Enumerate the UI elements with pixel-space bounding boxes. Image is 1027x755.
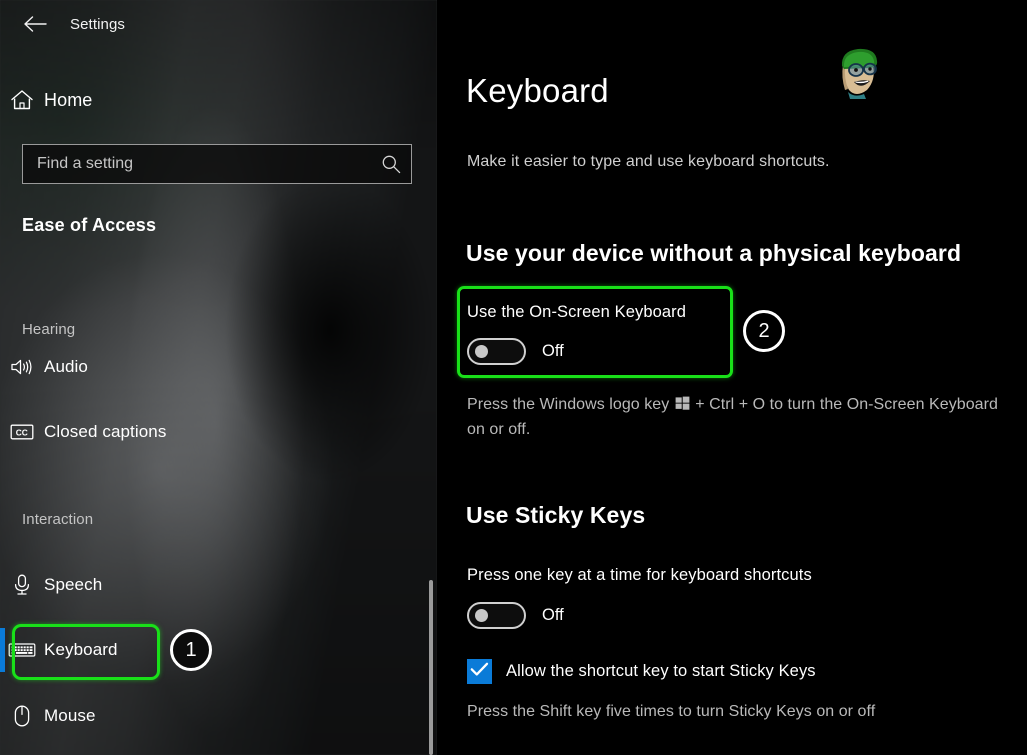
sticky-keys-checkbox[interactable] (467, 659, 492, 684)
sticky-keys-toggle[interactable] (467, 602, 526, 629)
sticky-keys-toggle-state: Off (542, 606, 564, 624)
mouse-icon (0, 704, 44, 728)
annotation-badge-1: 1 (170, 629, 212, 671)
osk-hint-text: Press the Windows logo key + Ctrl + O to… (467, 393, 1009, 443)
page-title: Keyboard (466, 72, 609, 109)
sidebar-content: Settings Home Find a setting Ease of Acc… (0, 0, 437, 755)
windows-logo-icon (675, 394, 690, 418)
microphone-icon (0, 573, 44, 597)
sticky-keys-hint-text: Press the Shift key five times to turn S… (467, 703, 876, 720)
sticky-keys-toggle-knob (475, 609, 488, 622)
search-box[interactable] (22, 144, 412, 184)
sticky-keys-toggle-row: Off (467, 602, 564, 629)
speaker-icon (0, 357, 44, 377)
sidebar-item-speech-label: Speech (44, 575, 103, 594)
sidebar-item-audio[interactable]: Audio (0, 343, 230, 391)
sidebar-item-speech[interactable]: Speech (0, 561, 230, 609)
settings-window: Settings Home Find a setting Ease of Acc… (0, 0, 1027, 755)
search-input[interactable] (23, 155, 371, 173)
checkmark-icon (470, 662, 489, 682)
closed-captions-icon: CC (0, 422, 44, 442)
annotation-badge-2: 2 (743, 310, 785, 352)
osk-toggle-knob (475, 345, 488, 358)
sidebar-item-closed-captions[interactable]: CC Closed captions (0, 408, 290, 456)
sidebar-group-interaction: Interaction (22, 511, 94, 528)
keyboard-icon (0, 641, 44, 659)
sidebar-item-audio-label: Audio (44, 357, 88, 376)
osk-hint-before: Press the Windows logo key (467, 396, 674, 413)
sidebar-item-home-label: Home (44, 89, 93, 110)
user-avatar-icon (832, 44, 888, 106)
osk-toggle-row: Off (467, 338, 564, 365)
osk-toggle-state: Off (542, 342, 564, 360)
main-content: Keyboard Make it easier to type and use … (437, 0, 1027, 755)
page-subtitle: Make it easier to type and use keyboard … (467, 153, 830, 170)
sidebar-group-hearing: Hearing (22, 321, 76, 338)
sidebar-selection-indicator (0, 628, 5, 672)
osk-toggle[interactable] (467, 338, 526, 365)
section-heading-osk: Use your device without a physical keybo… (466, 240, 962, 266)
sidebar: Settings Home Find a setting Ease of Acc… (0, 0, 437, 755)
osk-setting-label: Use the On-Screen Keyboard (467, 303, 687, 321)
section-heading-sticky-keys: Use Sticky Keys (466, 502, 646, 528)
title-bar: Settings (0, 0, 437, 48)
back-button[interactable] (12, 8, 58, 40)
sticky-keys-setting-label: Press one key at a time for keyboard sho… (467, 566, 812, 584)
back-arrow-icon (23, 15, 47, 33)
sidebar-item-mouse[interactable]: Mouse (0, 692, 230, 740)
sidebar-scrollbar[interactable] (429, 580, 433, 755)
sticky-keys-checkbox-label: Allow the shortcut key to start Sticky K… (506, 662, 816, 680)
home-icon (0, 89, 44, 111)
sidebar-item-keyboard-label: Keyboard (44, 640, 118, 659)
svg-text:CC: CC (16, 428, 28, 438)
sidebar-item-closed-captions-label: Closed captions (44, 422, 167, 441)
app-title: Settings (70, 15, 125, 33)
sidebar-item-mouse-label: Mouse (44, 706, 96, 725)
sidebar-item-home[interactable]: Home (0, 82, 300, 118)
sticky-keys-checkbox-row[interactable]: Allow the shortcut key to start Sticky K… (467, 659, 816, 684)
category-title: Ease of Access (22, 215, 157, 235)
search-icon[interactable] (371, 145, 411, 183)
